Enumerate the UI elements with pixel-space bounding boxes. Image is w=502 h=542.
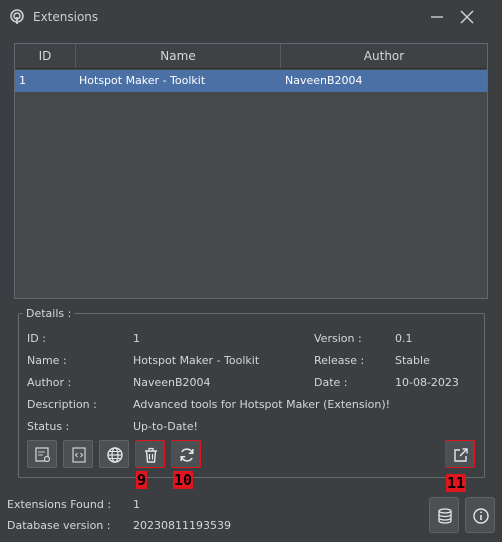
name-value: Hotspot Maker - Toolkit (133, 354, 260, 367)
status-label: Status : (27, 420, 70, 433)
website-button[interactable] (99, 440, 129, 468)
close-icon[interactable] (456, 6, 478, 28)
info-button[interactable] (465, 497, 495, 533)
description-value: Advanced tools for Hotspot Maker (Extens… (133, 398, 391, 411)
certificate-button[interactable] (27, 440, 57, 468)
author-value: NaveenB2004 (133, 376, 211, 389)
title-bar: Extensions (0, 0, 502, 34)
code-button[interactable] (63, 440, 93, 468)
refresh-icon (180, 448, 194, 462)
name-label: Name : (27, 354, 67, 367)
database-icon (438, 508, 452, 524)
code-icon (72, 447, 86, 463)
date-label: Date : (314, 376, 348, 389)
delete-button[interactable] (135, 440, 165, 468)
external-link-icon (454, 448, 468, 462)
table-header: ID Name Author (15, 44, 487, 69)
cell-id: 1 (19, 74, 26, 87)
release-value: Stable (395, 354, 430, 367)
column-header-author[interactable]: Author (281, 44, 487, 68)
author-label: Author : (27, 376, 72, 389)
details-legend: Details : (23, 307, 75, 320)
database-version-label: Database version : (7, 519, 111, 532)
open-external-button[interactable] (445, 440, 475, 468)
database-button[interactable] (429, 497, 459, 533)
version-label: Version : (314, 332, 362, 345)
extensions-found-label: Extensions Found : (7, 498, 112, 511)
release-label: Release : (314, 354, 365, 367)
database-version-value: 20230811193539 (133, 519, 231, 532)
update-button[interactable] (171, 440, 201, 468)
version-value: 0.1 (395, 332, 413, 345)
extensions-found-value: 1 (133, 498, 140, 511)
column-header-id[interactable]: ID (15, 44, 76, 68)
minimize-icon[interactable] (426, 6, 448, 28)
cell-name: Hotspot Maker - Toolkit (79, 74, 206, 87)
badge-open: 11 (446, 474, 467, 492)
date-value: 10-08-2023 (395, 376, 459, 389)
details-panel: Details : ID : 1 Version : 0.1 Name : Ho… (18, 307, 485, 478)
certificate-icon (35, 447, 51, 463)
badge-update: 10 (173, 471, 194, 489)
cell-author: NaveenB2004 (285, 74, 363, 87)
hotspot-icon (10, 9, 24, 24)
window-title: Extensions (33, 10, 99, 24)
status-value: Up-to-Date! (133, 420, 198, 433)
id-value: 1 (133, 332, 140, 345)
globe-icon (107, 447, 123, 463)
column-header-name[interactable]: Name (76, 44, 281, 68)
badge-delete: 9 (136, 471, 148, 489)
trash-icon (145, 447, 157, 463)
id-label: ID : (27, 332, 46, 345)
description-label: Description : (27, 398, 97, 411)
extensions-table[interactable]: ID Name Author 1 Hotspot Maker - Toolkit… (14, 43, 488, 299)
table-row[interactable]: 1 Hotspot Maker - Toolkit NaveenB2004 (15, 70, 487, 92)
info-icon (473, 508, 489, 524)
